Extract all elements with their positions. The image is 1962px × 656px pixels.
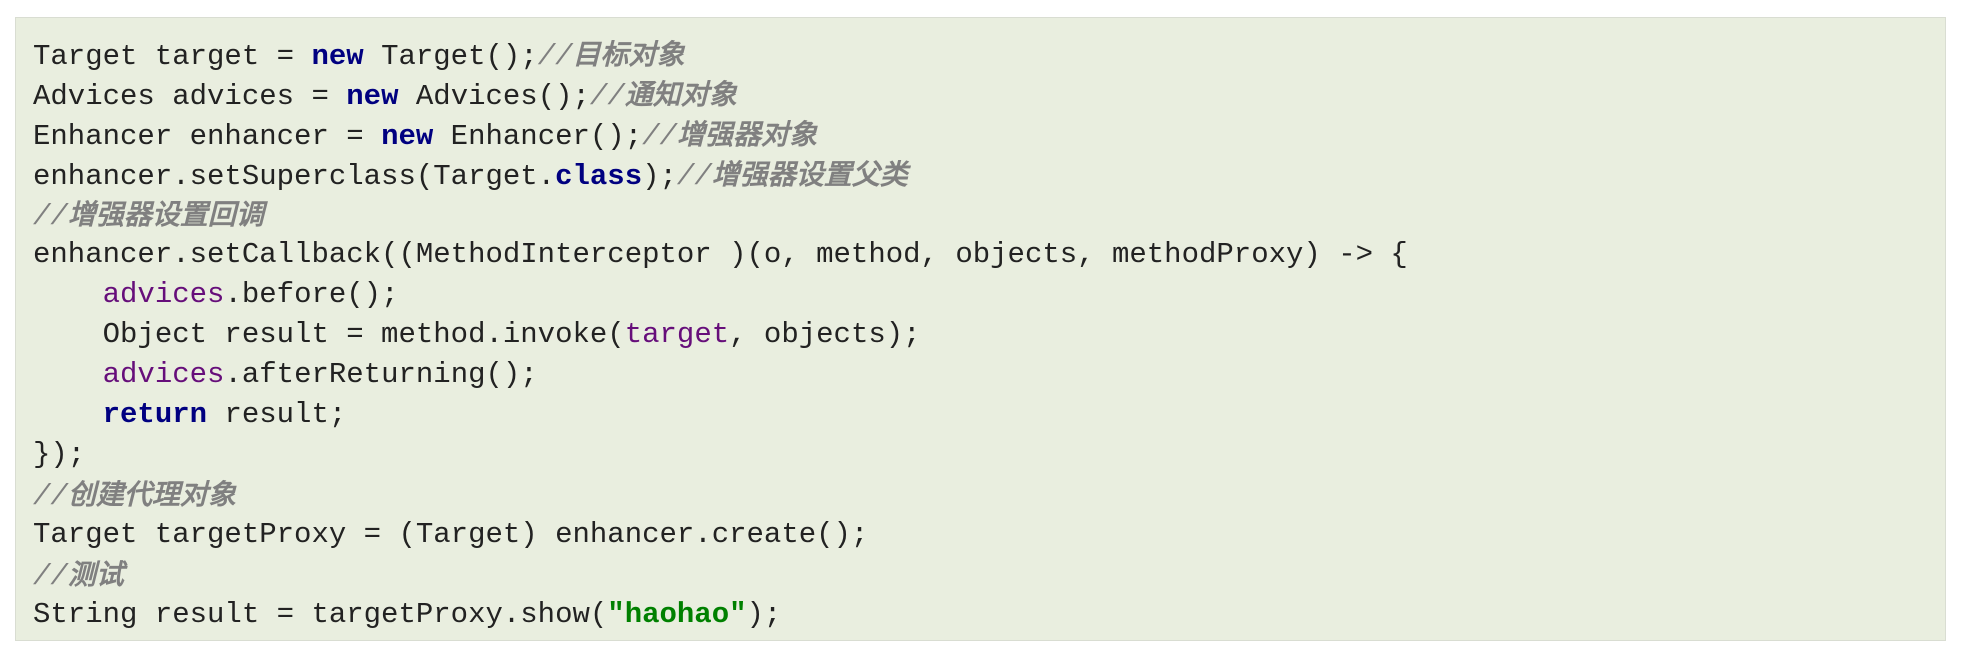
keyword-token: new: [346, 80, 399, 113]
keyword-token: return: [102, 398, 208, 431]
code-text: Advices advices =: [33, 80, 347, 113]
keyword-token: class: [555, 160, 643, 193]
code-text: .before();: [224, 278, 399, 311]
code-line: //增强器设置回调: [33, 195, 1945, 235]
comment-text: 通知对象: [624, 78, 737, 111]
field-reference: advices: [102, 278, 225, 311]
code-line: Enhancer enhancer = new Enhancer();//增强器…: [33, 115, 1945, 155]
comment-marker: //: [676, 160, 712, 193]
code-line: Target target = new Target();//目标对象: [33, 35, 1945, 75]
code-text: .afterReturning();: [224, 358, 538, 391]
code-line: //测试: [33, 555, 1945, 595]
code-line: advices.afterReturning();: [33, 355, 1945, 395]
code-text: );: [642, 160, 677, 193]
code-line: Advices advices = new Advices();//通知对象: [33, 75, 1945, 115]
comment-text: 创建代理对象: [67, 478, 236, 511]
code-text: Target();: [363, 40, 538, 73]
code-line: enhancer.setSuperclass(Target.class);//增…: [33, 155, 1945, 195]
code-line: Target targetProxy = (Target) enhancer.c…: [33, 515, 1945, 555]
code-line: });: [33, 435, 1945, 475]
field-reference: advices: [102, 358, 225, 391]
comment-marker: //: [537, 40, 573, 73]
code-text: Enhancer enhancer =: [33, 120, 382, 153]
code-block: Target target = new Target();//目标对象 Advic…: [15, 17, 1946, 641]
comment-marker: //: [642, 120, 677, 153]
code-text: Object result = method.invoke(: [33, 318, 625, 351]
code-line: //创建代理对象: [33, 475, 1945, 515]
code-text: enhancer.setCallback((MethodInterceptor …: [33, 238, 1408, 271]
comment-text: 增强器设置回调: [67, 198, 264, 231]
code-text: Target target =: [33, 40, 312, 73]
code-text: });: [33, 438, 86, 471]
code-text: result;: [207, 398, 347, 431]
comment-marker: //: [33, 560, 68, 593]
keyword-token: new: [311, 40, 364, 73]
code-text: enhancer.setSuperclass(Target.: [33, 160, 556, 193]
code-text: String result = targetProxy.show(: [33, 598, 608, 631]
code-line: advices.before();: [33, 275, 1945, 315]
comment-marker: //: [33, 480, 68, 513]
comment-text: 目标对象: [572, 38, 685, 71]
keyword-token: new: [381, 120, 434, 153]
comment-text: 测试: [67, 558, 124, 591]
comment-text: 增强器设置父类: [711, 158, 908, 191]
field-reference: target: [624, 318, 730, 351]
code-text: Advices();: [398, 80, 590, 113]
comment-marker: //: [589, 80, 625, 113]
code-text: Target targetProxy = (Target) enhancer.c…: [33, 518, 869, 551]
code-text: Enhancer();: [433, 120, 643, 153]
comment-marker: //: [33, 200, 68, 233]
code-line: return result;: [33, 395, 1945, 435]
code-line: Object result = method.invoke(target, ob…: [33, 315, 1945, 355]
code-content[interactable]: Target target = new Target();//目标对象 Advic…: [16, 18, 1945, 635]
string-literal: "haohao": [607, 598, 747, 631]
code-text: );: [746, 598, 782, 631]
comment-text: 增强器对象: [676, 118, 817, 151]
code-text: , objects);: [729, 318, 921, 351]
code-line: String result = targetProxy.show("haohao…: [33, 595, 1945, 635]
code-line: enhancer.setCallback((MethodInterceptor …: [33, 235, 1945, 275]
